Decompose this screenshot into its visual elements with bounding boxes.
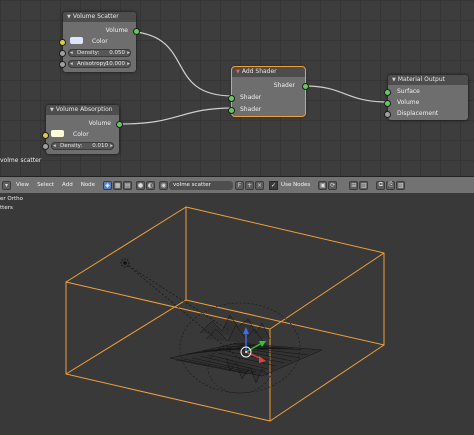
auto-render-icon[interactable]: ⟳ (328, 180, 338, 190)
output-socket[interactable] (302, 83, 309, 90)
volume-label: Volume (397, 99, 420, 106)
density-field[interactable]: ◂ Density: 0.050 ▸ (68, 49, 131, 57)
menu-node[interactable]: Node (81, 182, 95, 188)
node-title: Add Shader (241, 68, 277, 75)
use-nodes-label: Use Nodes (281, 182, 311, 188)
density-socket[interactable] (59, 50, 66, 57)
node-header[interactable]: ▼ Volume Scatter (63, 12, 136, 22)
node-volume-scatter[interactable]: ▼ Volume Scatter Volume Color ◂ Density:… (59, 12, 140, 72)
color-socket[interactable] (59, 39, 66, 46)
collapse-arrow-icon[interactable]: ▼ (236, 67, 240, 77)
node-material-output[interactable]: ▼ Material Output Surface Volume Displac… (384, 75, 468, 120)
output-socket[interactable] (133, 28, 140, 35)
increment-arrow-icon[interactable]: ▸ (110, 142, 113, 150)
copy-nodes-icon[interactable]: ⧉ (376, 180, 386, 190)
link-add-to-output (304, 85, 389, 103)
node-editor[interactable]: ▼ Volume Scatter Volume Color ◂ Density:… (0, 0, 474, 176)
color-socket[interactable] (42, 132, 49, 139)
node-header[interactable]: ▼ Material Output (388, 75, 468, 85)
paste-nodes-icon[interactable]: ⎘ (386, 180, 396, 190)
displacement-label: Displacement (397, 110, 439, 117)
volume-socket[interactable] (384, 100, 391, 107)
3d-viewport[interactable]: er Ortho tters (0, 193, 474, 435)
color-label: Color (92, 38, 108, 45)
displacement-socket[interactable] (384, 111, 391, 118)
node-volume-absorption[interactable]: ▼ Volume Absorption Volume Color ◂ Densi… (42, 105, 123, 154)
material-browse-icon[interactable]: ◉ (159, 180, 169, 190)
snap-element-icon[interactable]: ▥ (359, 180, 369, 190)
texture-nodes-icon[interactable]: ▤ (123, 180, 133, 190)
input-socket[interactable] (228, 107, 235, 114)
backdrop-icon[interactable]: ▣ (318, 180, 328, 190)
surface-label: Surface (397, 88, 420, 95)
collapse-arrow-icon[interactable]: ▼ (50, 105, 54, 115)
object-icon[interactable]: ● (136, 180, 146, 190)
output-socket[interactable] (116, 121, 123, 128)
menu-view[interactable]: View (16, 182, 29, 188)
node-editor-header: ▾ View Select Add Node ◈ ▦ ▤ ● ◐ ◉ volme… (0, 176, 474, 194)
domain-cube (65, 206, 385, 422)
input-label: Shader (240, 94, 262, 101)
anisotropy-field[interactable]: ◂ Anisotropy: 10.000 ▸ (68, 60, 131, 68)
render-view-icon[interactable]: ▧ (396, 180, 406, 190)
density-field[interactable]: ◂ Density: 0.010 ▸ (51, 142, 114, 150)
material-name-field[interactable]: volme scatter (169, 180, 234, 190)
snap-icon[interactable]: ⊞ (349, 180, 359, 190)
shader-nodes-icon[interactable]: ◈ (103, 180, 113, 190)
density-socket[interactable] (42, 143, 49, 150)
output-label: Volume (105, 27, 128, 34)
menu-add[interactable]: Add (62, 182, 73, 188)
unlink-material-icon[interactable]: × (255, 180, 265, 190)
world-icon[interactable]: ◐ (146, 180, 156, 190)
surface-socket[interactable] (384, 89, 391, 96)
add-material-icon[interactable]: + (245, 180, 255, 190)
editor-type-icon[interactable]: ▾ (2, 180, 11, 190)
node-title: Volume Absorption (55, 106, 113, 113)
use-nodes-checkbox[interactable]: ✓ (269, 180, 279, 190)
fake-user-icon[interactable]: F (235, 180, 245, 190)
output-label: Volume (88, 120, 111, 127)
node-title: Material Output (397, 76, 445, 83)
color-swatch[interactable] (51, 130, 64, 137)
decrement-arrow-icon[interactable]: ◂ (70, 60, 73, 68)
material-name-label: volme scatter (0, 157, 42, 164)
output-label: Shader (273, 82, 295, 89)
viewport-scene (65, 206, 385, 422)
collapse-arrow-icon[interactable]: ▼ (67, 12, 71, 22)
decrement-arrow-icon[interactable]: ◂ (70, 49, 73, 57)
increment-arrow-icon[interactable]: ▸ (127, 60, 130, 68)
collapse-arrow-icon[interactable]: ▼ (392, 75, 396, 85)
input-socket[interactable] (228, 95, 235, 102)
input-label: Shader (240, 106, 262, 113)
link-scatter-to-add (120, 30, 234, 97)
node-header[interactable]: ▼ Add Shader (232, 67, 305, 77)
node-title: Volume Scatter (72, 13, 119, 20)
color-swatch[interactable] (70, 37, 83, 44)
node-header[interactable]: ▼ Volume Absorption (46, 105, 119, 115)
anisotropy-socket[interactable] (59, 61, 66, 68)
decrement-arrow-icon[interactable]: ◂ (53, 142, 56, 150)
color-label: Color (73, 131, 89, 138)
increment-arrow-icon[interactable]: ▸ (127, 49, 130, 57)
node-add-shader[interactable]: ▼ Add Shader Shader Shader Shader (228, 66, 309, 117)
compositing-nodes-icon[interactable]: ▦ (113, 180, 123, 190)
menu-select[interactable]: Select (37, 182, 54, 188)
link-absorption-to-add (120, 107, 234, 125)
